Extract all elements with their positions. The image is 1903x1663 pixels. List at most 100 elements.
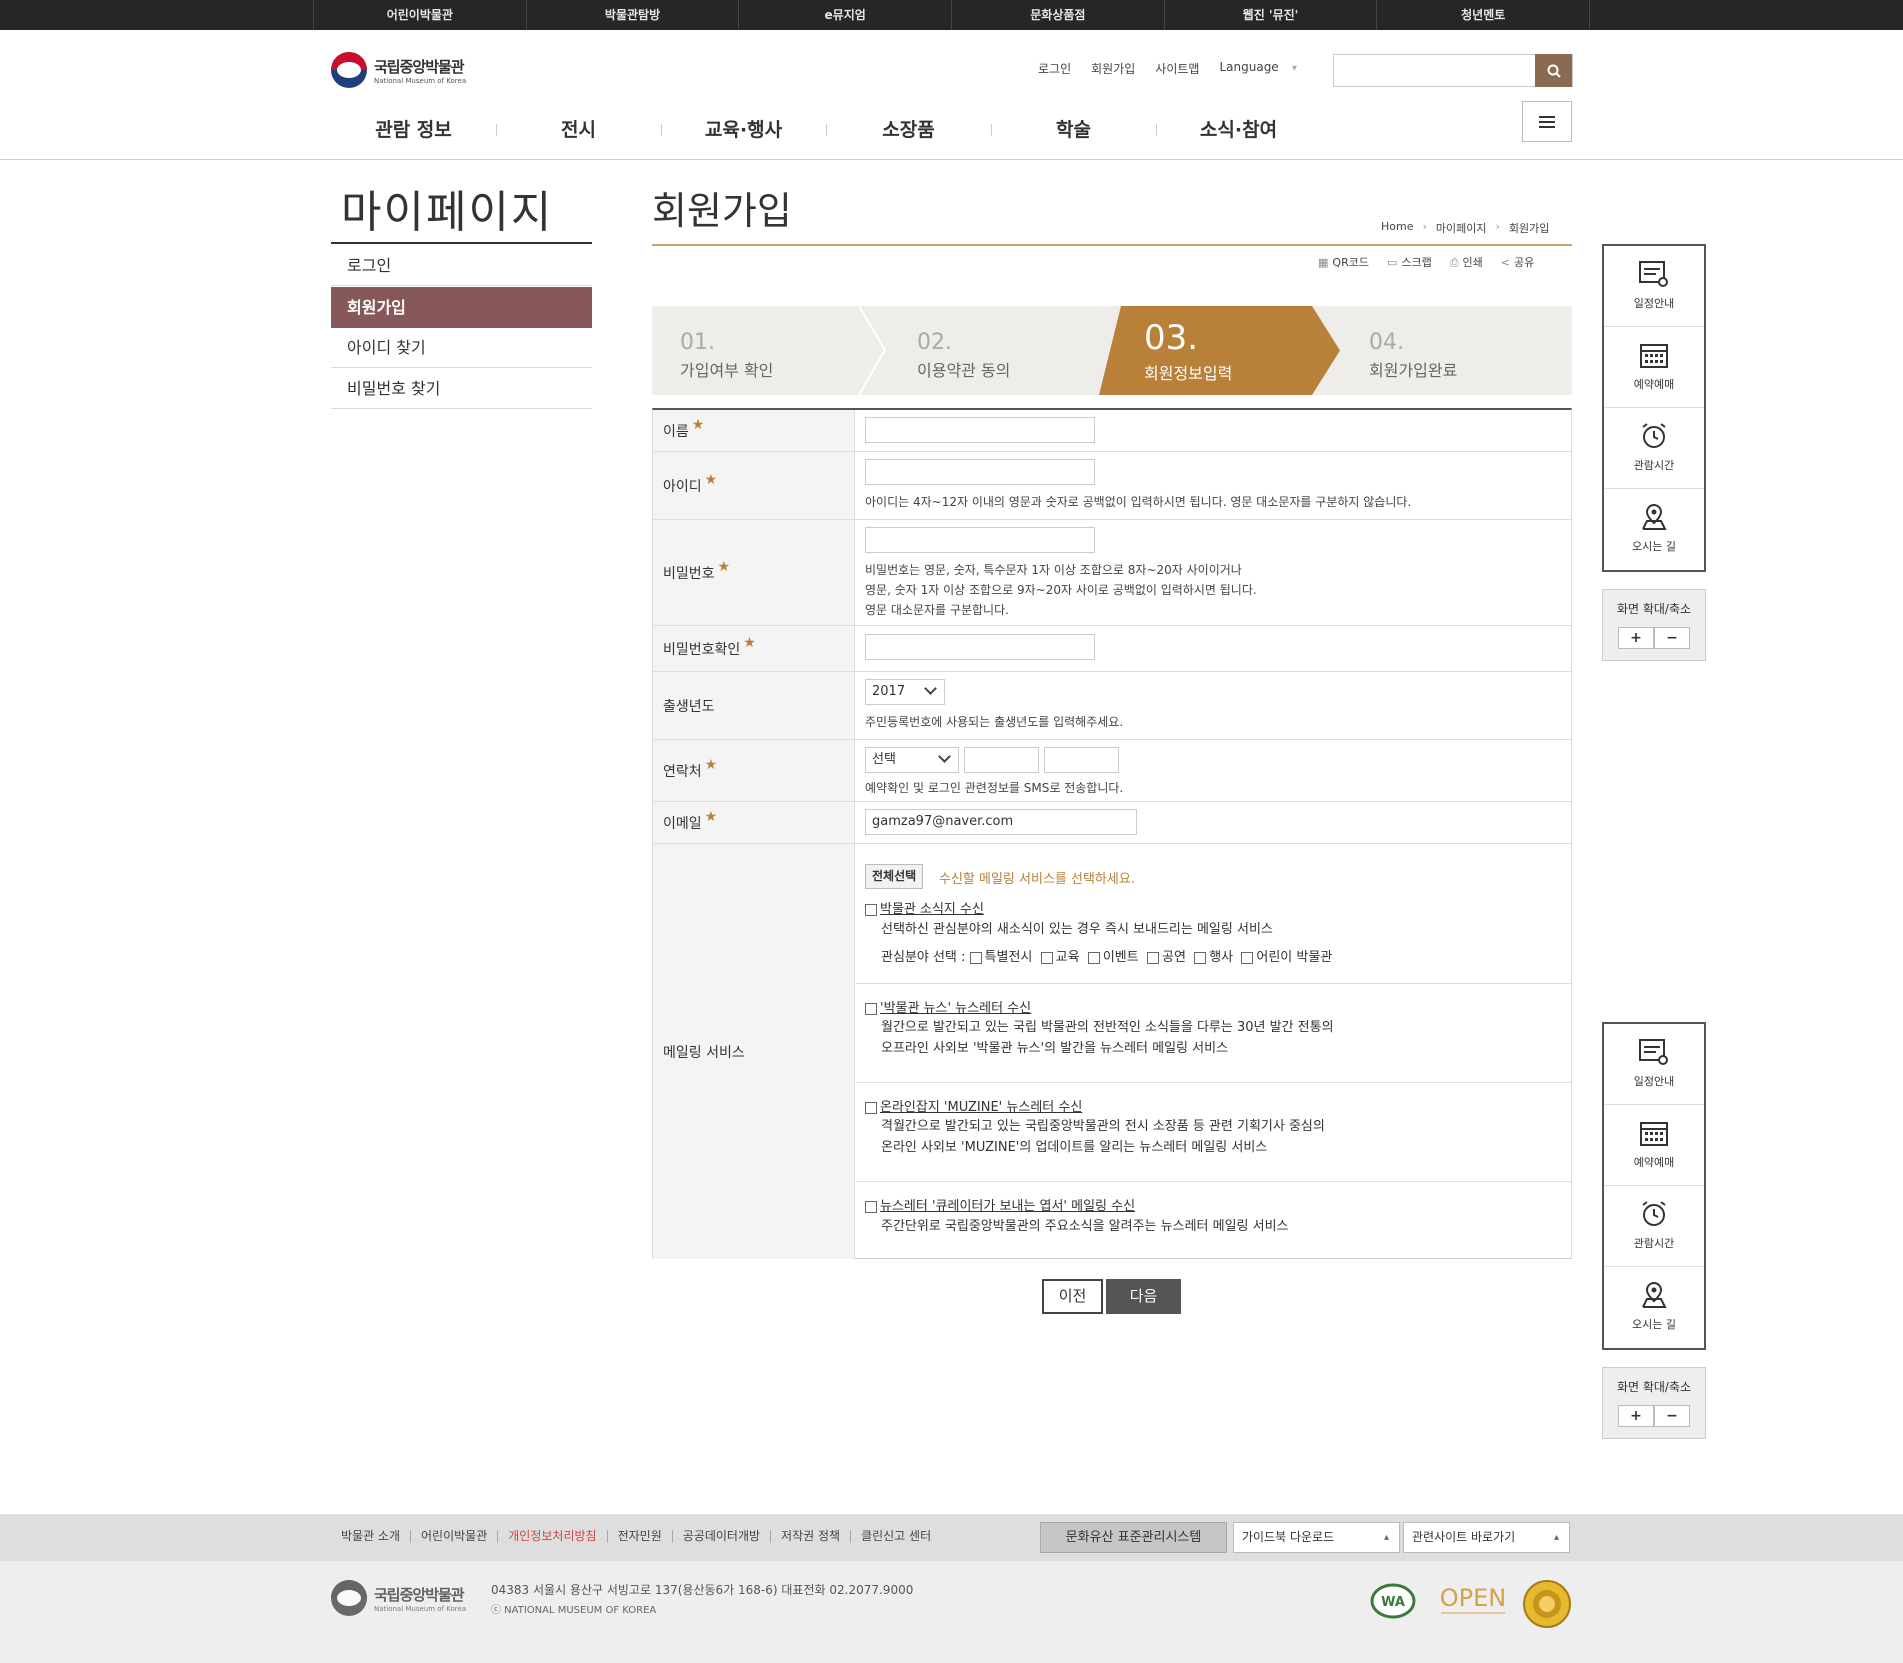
nav-research[interactable]: 학술 [991, 110, 1156, 150]
top-link-youth-mentor[interactable]: 청년멘토 [1376, 0, 1591, 30]
signup-steps: 01. 가입여부 확인 02. 이용약관 동의 03. 회원정보입력 04. 회원가입… [652, 306, 1572, 395]
search-button[interactable] [1535, 54, 1572, 87]
select-all-button[interactable]: 전체선택 [865, 864, 924, 889]
checkbox[interactable] [865, 903, 877, 916]
nav-news[interactable]: 소식·참여 [1156, 110, 1321, 150]
interest-performance[interactable]: 공연 [1147, 950, 1186, 965]
page-title: 회원가입 [652, 189, 792, 233]
footer-link-kids[interactable]: 어린이박물관 [410, 1530, 497, 1543]
top-link-museum-tour[interactable]: 박물관탐방 [525, 0, 739, 30]
row-password-confirm: 비밀번호확인 ★ [653, 626, 1571, 672]
language-select[interactable]: Language [1219, 60, 1296, 77]
nav-collection[interactable]: 소장품 [826, 110, 991, 150]
nav-education[interactable]: 교육·행사 [661, 110, 826, 150]
site-logo[interactable]: 국립중앙박물관 National Museum of Korea [331, 52, 466, 88]
nav-visit-info[interactable]: 관람 정보 [331, 110, 496, 150]
join-link[interactable]: 회원가입 [1091, 60, 1135, 77]
lnb-item-find-id[interactable]: 아이디 찾기 [331, 327, 592, 368]
step-divider [858, 306, 887, 395]
logo-text-ko: 국립중앙박물관 [374, 57, 465, 76]
login-link[interactable]: 로그인 [1038, 60, 1071, 77]
quick-schedule[interactable]: 일정안내 [1604, 1024, 1704, 1105]
footer-link-copyright[interactable]: 저작권 정책 [770, 1530, 850, 1543]
interest-event[interactable]: 이벤트 [1087, 950, 1139, 965]
mailing-label: 메일링 서비스 [663, 1044, 745, 1061]
quick-hours[interactable]: 관람시간 [1604, 1186, 1704, 1267]
zoom-out-button[interactable]: − [1654, 627, 1690, 649]
footer-address: 04383 서울시 용산구 서빙고로 137(용산동6가 168-6) 대표전화… [491, 1583, 914, 1597]
quick-schedule[interactable]: 일정안내 [1604, 246, 1704, 327]
footer-link-about[interactable]: 박물관 소개 [341, 1530, 410, 1543]
interest-kids-museum[interactable]: 어린이 박물관 [1241, 950, 1332, 965]
footer-link-privacy[interactable]: 개인정보처리방침 [497, 1530, 606, 1543]
id-field[interactable] [865, 459, 1095, 485]
nav-exhibition[interactable]: 전시 [496, 110, 661, 150]
sitemap-link[interactable]: 사이트맵 [1155, 60, 1199, 77]
lnb-item-find-password[interactable]: 비밀번호 찾기 [331, 368, 592, 409]
top-link-webzine[interactable]: 웹진 '뮤진' [1163, 0, 1377, 30]
footer-links-bar: 박물관 소개 어린이박물관 개인정보처리방침 전자민원 공공데이터개방 저작권 … [0, 1514, 1903, 1561]
qr-button[interactable]: ▦ QR코드 [1318, 254, 1369, 270]
mailing-option-curator-postcard[interactable]: 뉴스레터 '큐레이터가 보내는 엽서' 메일링 수신 [865, 1195, 1135, 1214]
phone-prefix-select[interactable]: 선택 [865, 747, 959, 773]
top-link-kids-museum[interactable]: 어린이박물관 [313, 0, 526, 30]
zoom-in-button[interactable]: + [1618, 1405, 1654, 1427]
lnb-item-join[interactable]: 회원가입 [331, 287, 592, 328]
mailing-option-museum-news[interactable]: '박물관 뉴스' 뉴스레터 수신 [865, 997, 1031, 1016]
calendar-icon [1640, 1122, 1668, 1146]
step-1: 01. 가입여부 확인 [680, 330, 774, 380]
footer-links: 박물관 소개 어린이박물관 개인정보처리방침 전자민원 공공데이터개방 저작권 … [341, 1530, 941, 1543]
password-field[interactable] [865, 527, 1095, 553]
main-nav: 관람 정보 전시 교육·행사 소장품 학술 소식·참여 [331, 110, 1321, 150]
interest-program[interactable]: 행사 [1194, 950, 1233, 965]
checkbox[interactable] [865, 1200, 877, 1213]
row-name: 이름 ★ [653, 410, 1571, 452]
footer-link-clean-report[interactable]: 클린신고 센터 [850, 1530, 941, 1543]
wa-badge-text: WA [1381, 1595, 1405, 1610]
footer-link-open-data[interactable]: 공공데이터개방 [671, 1530, 770, 1543]
quick-reservation[interactable]: 예약예매 [1604, 1105, 1704, 1186]
required-star-icon: ★ [743, 634, 756, 651]
breadcrumb-home[interactable]: Home [1381, 220, 1413, 236]
interest-special-exhibition[interactable]: 특별전시 [969, 950, 1032, 965]
breadcrumb-mypage[interactable]: 마이페이지 [1436, 220, 1487, 236]
required-star-icon: ★ [704, 471, 718, 488]
heritage-system-button[interactable]: 문화유산 표준관리시스템 [1040, 1522, 1227, 1553]
footer-copyright: ⓒ NATIONAL MUSEUM OF KOREA [491, 1605, 657, 1616]
scrap-button[interactable]: ▭ 스크랩 [1387, 254, 1432, 270]
phone-last-field[interactable] [1044, 747, 1119, 773]
top-link-shop[interactable]: 문화상품점 [951, 0, 1164, 30]
checkbox[interactable] [865, 1101, 877, 1114]
mailing-option-newsletter[interactable]: 박물관 소식지 수신 [865, 898, 984, 917]
password-confirm-field[interactable] [865, 634, 1095, 660]
breadcrumb: Home › 마이페이지 › 회원가입 [1381, 220, 1549, 236]
lnb-item-login[interactable]: 로그인 [331, 245, 592, 286]
related-sites-select[interactable]: 관련사이트 바로가기 [1403, 1522, 1570, 1553]
birth-year-select[interactable]: 2017 [865, 679, 945, 705]
mailing-desc: 격월간으로 발간되고 있는 국립중앙박물관의 전시 소장품 등 관련 기획기사 … [881, 1119, 1325, 1155]
folder-icon: ▭ [1386, 256, 1398, 269]
footer-info: 국립중앙박물관 National Museum of Korea 04383 서… [0, 1561, 1903, 1663]
guidebook-select[interactable]: 가이드북 다운로드 [1233, 1522, 1400, 1553]
print-button[interactable]: ⎙ 인쇄 [1450, 254, 1483, 270]
name-field[interactable] [865, 417, 1095, 443]
all-menu-button[interactable] [1522, 101, 1572, 142]
top-link-emuseum[interactable]: e뮤지엄 [738, 0, 951, 30]
quick-directions[interactable]: 오시는 길 [1604, 1267, 1704, 1348]
checkbox[interactable] [865, 1002, 877, 1015]
share-button[interactable]: < 공유 [1501, 254, 1534, 270]
mailing-option-muzine[interactable]: 온라인잡지 'MUZINE' 뉴스레터 수신 [865, 1096, 1082, 1115]
quick-directions[interactable]: 오시는 길 [1604, 489, 1704, 570]
phone-middle-field[interactable] [964, 747, 1039, 773]
footer-link-civil[interactable]: 전자민원 [606, 1530, 672, 1543]
zoom-in-button[interactable]: + [1618, 627, 1654, 649]
email-field[interactable]: gamza97@naver.com [865, 809, 1137, 835]
zoom-out-button[interactable]: − [1654, 1405, 1690, 1427]
next-button[interactable]: 다음 [1106, 1279, 1181, 1314]
qr-icon: ▦ [1318, 256, 1329, 269]
quick-hours[interactable]: 관람시간 [1604, 408, 1704, 489]
quick-reservation[interactable]: 예약예매 [1604, 327, 1704, 408]
prev-button[interactable]: 이전 [1042, 1279, 1103, 1314]
email-label: 이메일 [663, 815, 702, 832]
interest-education[interactable]: 교육 [1040, 950, 1080, 965]
